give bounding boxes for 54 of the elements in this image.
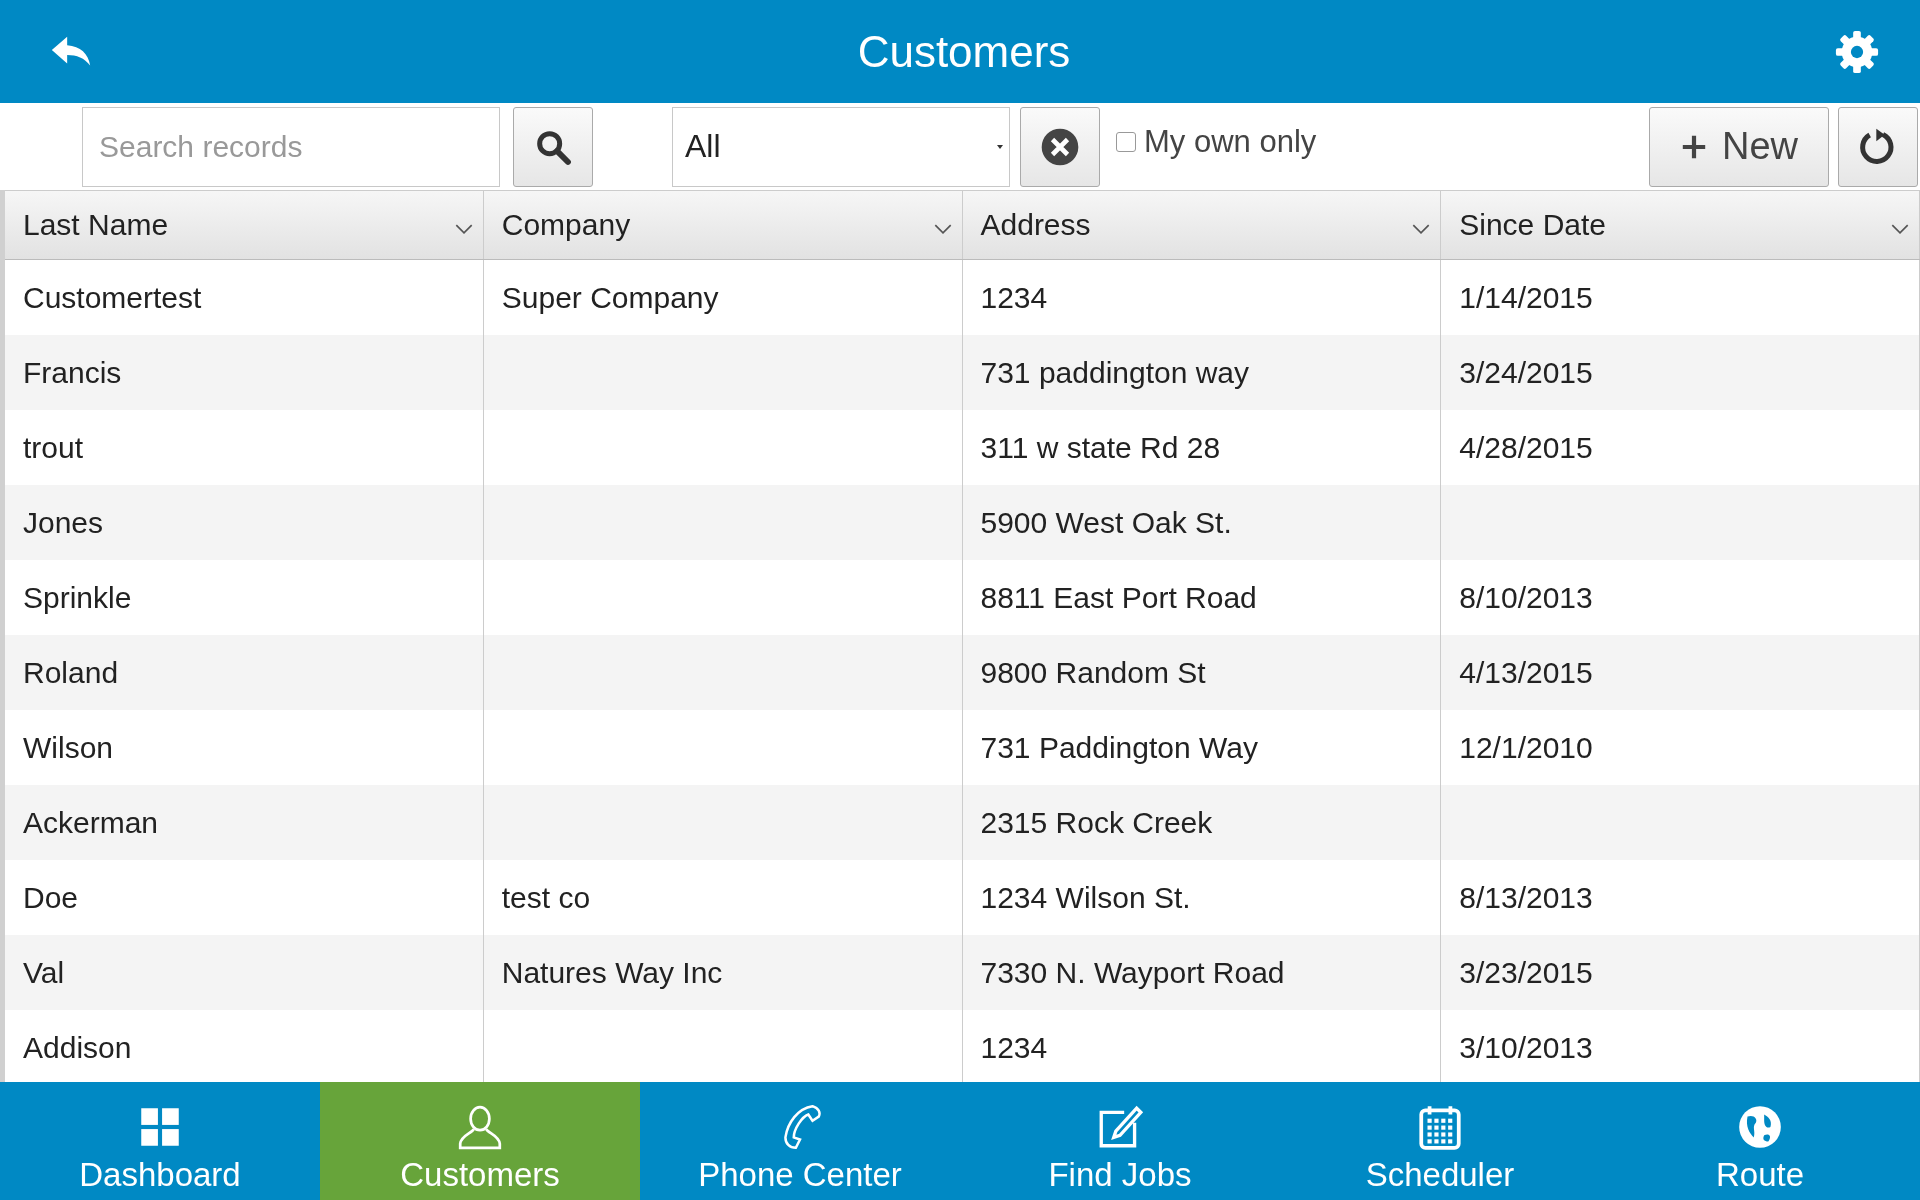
table-cell: 1234 — [980, 1030, 1048, 1065]
table-cell: 9800 Random St — [980, 655, 1206, 690]
table-cell: Roland — [23, 655, 119, 690]
table-cell: 3/10/2013 — [1459, 1030, 1593, 1065]
chevron-down-icon — [1891, 223, 1909, 235]
table-cell: 3/24/2015 — [1459, 355, 1593, 390]
table-cell: Francis — [23, 355, 122, 390]
table-cell: Val — [23, 955, 65, 990]
settings-icon — [1834, 28, 1880, 75]
table-cell: Sprinkle — [23, 580, 132, 615]
table-cell: 8/13/2013 — [1459, 880, 1593, 915]
table-cell: test co — [501, 880, 591, 915]
table-cell: 731 Paddington Way — [980, 730, 1258, 765]
table-cell: Super Company — [501, 280, 719, 315]
table-cell: 2315 Rock Creek — [980, 805, 1213, 840]
table-cell: Doe — [23, 880, 79, 915]
own-only-checkbox[interactable] — [1116, 131, 1136, 152]
table-cell: 4/13/2015 — [1459, 655, 1593, 690]
search-field[interactable]: Search records — [82, 106, 500, 187]
column-header[interactable]: Address — [962, 191, 1442, 259]
table-cell: Ackerman — [23, 805, 159, 840]
table-cell: trout — [23, 430, 84, 465]
chevron-down-icon — [1412, 223, 1431, 235]
new-button[interactable]: New — [1649, 106, 1829, 187]
table-cell: 12/1/2010 — [1459, 730, 1593, 765]
dropdown-caret-icon — [997, 143, 1003, 150]
table-cell: 8811 East Port Road — [980, 580, 1257, 615]
table-cell: Jones — [23, 505, 104, 540]
table-cell: 5900 West Oak St. — [980, 505, 1232, 540]
table-cell: Natures Way Inc — [501, 955, 723, 990]
column-header[interactable]: Last Name — [5, 191, 484, 259]
column-header[interactable]: Company — [483, 191, 963, 259]
table-cell: 4/28/2015 — [1459, 430, 1593, 465]
column-header[interactable]: Since Date — [1441, 191, 1920, 259]
table-cell: 1/14/2015 — [1459, 280, 1593, 315]
table-cell: 731 paddington way — [980, 355, 1250, 390]
table-cell: 1234 Wilson St. — [980, 880, 1191, 915]
page-title: Customers — [857, 26, 1071, 77]
table-cell: 311 w state Rd 28 — [980, 430, 1221, 465]
chevron-down-icon — [933, 223, 952, 235]
own-only-label: My own only — [1144, 123, 1317, 160]
clear-button[interactable] — [1020, 106, 1100, 187]
clear-icon — [1040, 126, 1080, 167]
table-cell: Wilson — [23, 730, 113, 765]
table-cell: 7330 N. Wayport Road — [980, 955, 1285, 990]
table-cell: Customertest — [23, 280, 202, 315]
table-cell: 1234 — [980, 280, 1048, 315]
table-cell: 8/10/2013 — [1459, 580, 1593, 615]
chevron-down-icon — [454, 223, 473, 235]
search-button[interactable] — [513, 106, 593, 187]
table-cell: 3/23/2015 — [1459, 955, 1593, 990]
filter-dropdown[interactable]: All — [672, 106, 1010, 187]
refresh-button[interactable] — [1838, 106, 1918, 187]
table-cell: Addison — [23, 1030, 132, 1065]
